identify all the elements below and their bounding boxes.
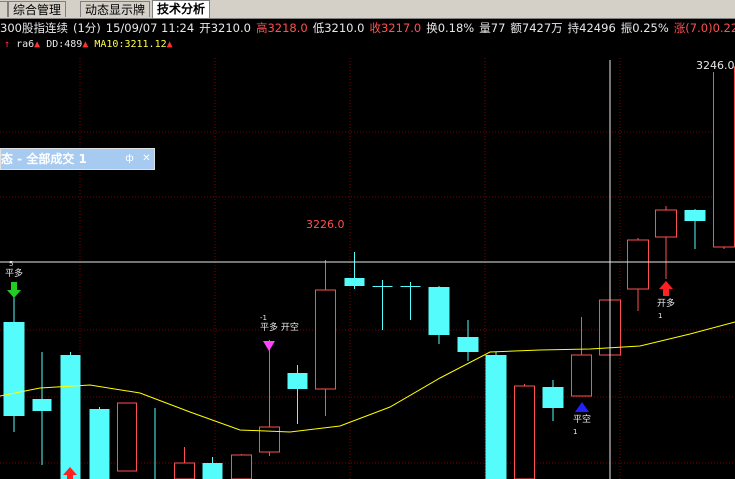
candle-body xyxy=(485,355,507,479)
candle-body xyxy=(117,402,137,472)
candle-body xyxy=(400,286,421,287)
up-arrow-icon xyxy=(659,281,673,296)
candle-body xyxy=(457,337,479,352)
candle-body xyxy=(89,409,110,479)
candle-body xyxy=(231,454,252,479)
candle-body xyxy=(428,287,450,335)
signal-close-short: 平空 1 xyxy=(573,402,591,436)
candle-body xyxy=(627,239,649,290)
candle-body xyxy=(202,463,223,479)
candle-body xyxy=(344,278,365,286)
candle-body xyxy=(372,286,393,287)
candle-body xyxy=(571,354,592,397)
signal-sub: 5 xyxy=(9,260,13,268)
signal-label: 平多 开空 xyxy=(260,321,299,333)
up-triangle-icon xyxy=(575,402,589,412)
down-triangle-icon xyxy=(263,341,275,351)
candle-body xyxy=(60,355,81,479)
price-tag-label: 3246.0 xyxy=(696,59,735,72)
ma-line xyxy=(0,321,735,433)
signal-sub: 1 xyxy=(658,312,662,320)
signal-close-long: 5 平多 xyxy=(5,260,23,298)
candle-body xyxy=(542,387,564,408)
candle-body xyxy=(713,66,735,248)
candle-body xyxy=(174,462,195,479)
candles xyxy=(3,66,735,479)
candlestick-chart[interactable]: 3226.0 3246.0 5 平多 -1 平多 开空 开多 1 平空 1 xyxy=(0,0,735,479)
signal-label: 平空 xyxy=(573,413,591,425)
peak-price-label: 3226.0 xyxy=(306,218,345,231)
signal-close-long-open-short: -1 平多 开空 xyxy=(260,314,299,351)
candle-body xyxy=(32,399,52,411)
candle-body xyxy=(655,209,677,238)
signal-sub: 1 xyxy=(573,428,577,436)
candle-body xyxy=(3,322,25,416)
candle-body xyxy=(315,289,336,390)
signal-label: 平多 xyxy=(5,267,23,279)
down-arrow-icon xyxy=(7,282,21,298)
candle-body xyxy=(514,385,535,479)
pin-icon[interactable]: ф xyxy=(123,152,136,165)
candle-body xyxy=(684,210,706,221)
signal-open-long: 开多 1 xyxy=(657,281,675,320)
trade-panel-title-bar[interactable]: 态 - 全部成交 1 ф ✕ xyxy=(0,148,155,170)
panel-title: 态 - 全部成交 1 xyxy=(1,152,87,166)
candle-body xyxy=(287,373,308,389)
signal-label: 开多 xyxy=(657,297,675,309)
close-icon[interactable]: ✕ xyxy=(140,152,153,165)
signal-sub: -1 xyxy=(260,314,267,322)
